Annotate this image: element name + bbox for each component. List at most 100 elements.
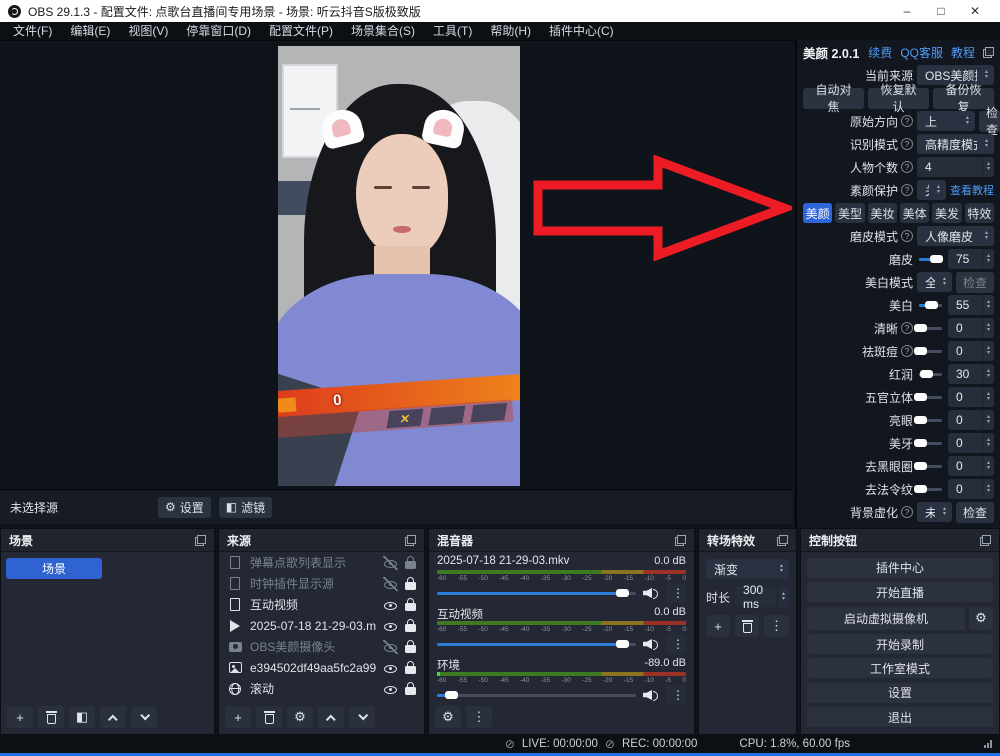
renew-link[interactable]: 续费 [868, 44, 892, 61]
contour-value-spinner[interactable]: 0▴▾ [948, 387, 994, 407]
speaker-icon[interactable] [643, 689, 659, 701]
menu-file[interactable]: 文件(F) [4, 22, 61, 40]
eye-icon[interactable] [383, 598, 398, 612]
lock-icon[interactable] [405, 624, 416, 632]
channel-menu-button[interactable]: ⋮ [666, 583, 686, 603]
scene-move-down-button[interactable] [131, 706, 157, 728]
smooth-slider[interactable] [917, 258, 944, 261]
white-mode-select[interactable]: 全局美白 ▴▾ [917, 272, 952, 292]
clarity-slider[interactable] [917, 327, 944, 330]
help-icon[interactable]: ? [901, 184, 913, 196]
spinner-arrows-icon[interactable]: ▴▾ [982, 157, 994, 177]
qq-support-link[interactable]: QQ客服 [900, 44, 943, 61]
scene-move-up-button[interactable] [100, 706, 126, 728]
maximize-button[interactable]: □ [924, 0, 958, 22]
exit-button[interactable]: 退出 [807, 707, 993, 727]
source-row[interactable]: 弹幕点歌列表显示 [219, 552, 424, 573]
virtual-camera-settings-button[interactable]: ⚙ [969, 607, 993, 630]
minimize-button[interactable]: – [890, 0, 924, 22]
help-icon[interactable]: ? [901, 506, 913, 518]
preview-canvas[interactable]: 0 ✕ [278, 46, 520, 486]
source-row[interactable]: OBS美颜摄像头 [219, 636, 424, 657]
studio-mode-button[interactable]: 工作室模式 [807, 658, 993, 678]
person-count-spinner[interactable]: 4 ▴▾ [917, 157, 994, 177]
settings-button[interactable]: 设置 [807, 683, 993, 703]
source-move-up-button[interactable] [318, 706, 344, 728]
speaker-icon[interactable] [643, 638, 659, 650]
volume-slider[interactable] [437, 694, 636, 697]
popout-icon[interactable] [675, 535, 686, 546]
bg-blur-select[interactable]: 未启用 ▴▾ [917, 502, 952, 522]
nasolabial-value-spinner[interactable]: 0▴▾ [948, 479, 994, 499]
backup-restore-button[interactable]: 备份恢复 [933, 88, 994, 109]
close-button[interactable]: ✕ [958, 0, 992, 22]
eye-icon[interactable] [383, 682, 398, 696]
tutorial-link[interactable]: 教程 [951, 44, 975, 61]
remove-source-button[interactable] [256, 706, 282, 728]
lock-icon[interactable] [405, 687, 416, 695]
plugin-center-button[interactable]: 插件中心 [807, 558, 993, 578]
spot-value-spinner[interactable]: 0▴▾ [948, 341, 994, 361]
autofocus-button[interactable]: 自动对焦 [803, 88, 864, 109]
lock-icon[interactable] [405, 582, 416, 590]
detect-mode-select[interactable]: 高精度模式 ▴▾ [917, 134, 994, 154]
orientation-select[interactable]: 上 ▴▾ [917, 111, 975, 131]
orientation-check-button[interactable]: 检查 [979, 111, 1000, 132]
add-transition-button[interactable]: + [706, 615, 730, 637]
channel-menu-button[interactable]: ⋮ [666, 685, 686, 705]
advanced-audio-button[interactable]: ⚙ [435, 706, 461, 728]
restore-default-button[interactable]: 恢复默认 [868, 88, 929, 109]
lock-icon[interactable] [405, 561, 416, 569]
menu-edit[interactable]: 编辑(E) [61, 22, 119, 40]
volume-slider[interactable] [437, 592, 636, 595]
contour-slider[interactable] [917, 396, 944, 399]
source-settings-button[interactable]: ⚙ 设置 [158, 497, 211, 518]
menu-tools[interactable]: 工具(T) [424, 22, 481, 40]
smooth-value-spinner[interactable]: 75▴▾ [948, 249, 994, 269]
tab-makeup[interactable]: 美妆 [868, 203, 897, 223]
scene-item-selected[interactable]: 场景 [6, 558, 102, 579]
remove-transition-button[interactable] [735, 615, 759, 637]
source-row[interactable]: 时钟插件显示源 [219, 573, 424, 594]
help-icon[interactable]: ? [901, 230, 913, 242]
start-streaming-button[interactable]: 开始直播 [807, 582, 993, 602]
bright-eyes-value-spinner[interactable]: 0▴▾ [948, 410, 994, 430]
bright-eyes-slider[interactable] [917, 419, 944, 422]
popout-icon[interactable] [777, 535, 788, 546]
tab-beauty[interactable]: 美颜 [803, 203, 832, 223]
spinner-arrows-icon[interactable]: ▴▾ [777, 587, 789, 607]
view-tutorial-link[interactable]: 查看教程 [950, 182, 994, 198]
source-row[interactable]: 滚动 [219, 678, 424, 699]
source-row[interactable]: 互动视频 [219, 594, 424, 615]
channel-menu-button[interactable]: ⋮ [666, 634, 686, 654]
white-mode-check-button[interactable]: 检查 [956, 272, 994, 293]
help-icon[interactable]: ? [901, 161, 913, 173]
popout-icon[interactable] [983, 47, 994, 58]
source-row[interactable]: 2025-07-18 21-29-03.mkv [219, 615, 424, 636]
eye-icon[interactable] [383, 661, 398, 675]
mixer-menu-button[interactable]: ⋮ [466, 706, 492, 728]
tab-effects[interactable]: 特效 [965, 203, 994, 223]
teeth-whitening-slider[interactable] [917, 442, 944, 445]
source-move-down-button[interactable] [349, 706, 375, 728]
dark-circle-slider[interactable] [917, 465, 944, 468]
teeth-value-spinner[interactable]: 0▴▾ [948, 433, 994, 453]
speaker-icon[interactable] [643, 587, 659, 599]
clarity-value-spinner[interactable]: 0▴▾ [948, 318, 994, 338]
menu-view[interactable]: 视图(V) [119, 22, 177, 40]
duration-spinner[interactable]: 300 ms ▴▾ [735, 587, 789, 607]
start-recording-button[interactable]: 开始录制 [807, 634, 993, 654]
add-scene-button[interactable]: + [7, 706, 33, 728]
white-value-spinner[interactable]: 55▴▾ [948, 295, 994, 315]
source-properties-button[interactable]: ⚙ [287, 706, 313, 728]
tab-body[interactable]: 美体 [900, 203, 929, 223]
eye-off-icon[interactable] [383, 640, 398, 654]
volume-slider[interactable] [437, 643, 636, 646]
lock-icon[interactable] [405, 645, 416, 653]
help-icon[interactable]: ? [901, 322, 913, 334]
bg-blur-check-button[interactable]: 检查 [956, 502, 994, 523]
help-icon[interactable]: ? [901, 345, 913, 357]
eye-icon[interactable] [383, 619, 398, 633]
lock-icon[interactable] [405, 666, 416, 674]
scene-filters-button[interactable]: ◧ [69, 706, 95, 728]
